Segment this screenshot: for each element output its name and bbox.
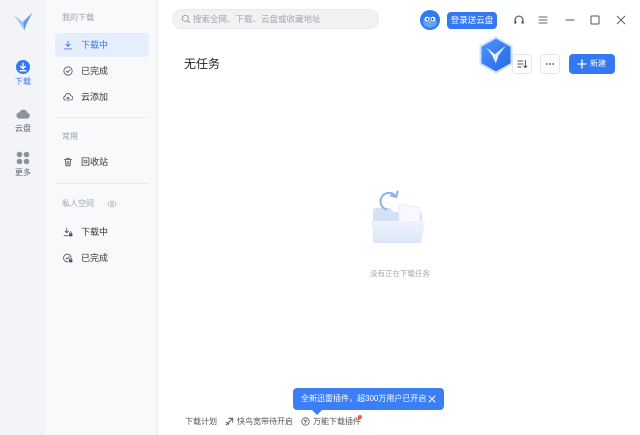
trash-icon: [63, 157, 73, 167]
thunder-mascot-hexagon-icon[interactable]: [478, 36, 514, 74]
cloud-upload-icon: [63, 92, 73, 102]
tooltip-close-icon[interactable]: [427, 394, 437, 404]
section-title-private-space: 私人空间: [62, 199, 94, 208]
nav-item-label: 云添加: [81, 92, 109, 102]
plugin-badge-dot: [358, 415, 362, 419]
search-bar[interactable]: [172, 9, 379, 29]
new-task-label: 新建: [590, 59, 606, 68]
nav-item-label: 下载中: [81, 227, 109, 237]
sort-button[interactable]: [512, 54, 532, 74]
check-circle-icon: [63, 66, 73, 76]
tooltip-text: 全新迅雷插件，超300万用户已开启: [301, 394, 427, 403]
section-title-my-downloads: 我的下载: [62, 13, 94, 22]
cloud-icon: [15, 106, 31, 122]
tooltip-arrow: [312, 410, 322, 415]
left-rail: 下载 云盘 更多: [0, 0, 46, 435]
footer-universal-plugin[interactable]: 万能下载插件: [313, 416, 361, 428]
rail-item-label: 更多: [15, 168, 31, 177]
headphone-icon[interactable]: [513, 14, 525, 26]
more-button[interactable]: [540, 54, 560, 74]
nav-panel: 我的下载 下载中 已完成 云添加 常用 回收站 私人空间 下载中 已完成: [46, 0, 158, 435]
download-icon: [63, 40, 73, 50]
grid-icon: [15, 150, 31, 166]
new-task-button[interactable]: 新建: [569, 54, 615, 74]
rail-item-more[interactable]: 更多: [0, 150, 46, 182]
footer-speed-bird[interactable]: 快鸟宽带待开启: [237, 416, 293, 428]
more-dots-icon: [545, 63, 555, 65]
nav-item-label: 已完成: [81, 253, 109, 263]
rail-item-cloud[interactable]: 云盘: [0, 106, 46, 138]
plugin-promo-tooltip[interactable]: 全新迅雷插件，超300万用户已开启: [293, 388, 444, 410]
thunder-bird-logo-icon: [11, 10, 35, 34]
page-title: 无任务: [184, 57, 221, 71]
rail-item-label: 下载: [15, 77, 31, 86]
plugin-icon: [301, 417, 310, 426]
nav-item-private-downloading[interactable]: 下载中: [55, 220, 149, 244]
avatar[interactable]: [420, 10, 440, 30]
sort-icon: [517, 59, 528, 69]
nav-item-private-completed[interactable]: 已完成: [55, 246, 149, 270]
nav-divider: [56, 117, 148, 118]
eye-icon[interactable]: [107, 199, 117, 209]
menu-icon[interactable]: [537, 14, 549, 26]
empty-folder-illustration: [366, 182, 430, 248]
nav-item-label: 下载中: [81, 40, 109, 50]
nav-divider: [56, 183, 148, 184]
nav-item-recycle-bin[interactable]: 回收站: [55, 150, 149, 174]
download-circle-icon: [15, 59, 31, 75]
nav-item-label: 回收站: [81, 157, 109, 167]
speed-bird-icon: [225, 417, 234, 426]
private-download-icon: [63, 227, 73, 237]
nav-item-cloud-add[interactable]: 云添加: [55, 85, 149, 109]
nav-item-label: 已完成: [81, 66, 109, 76]
private-check-icon: [63, 253, 73, 263]
plus-icon: [577, 59, 587, 69]
rail-item-label: 云盘: [15, 124, 31, 133]
close-icon[interactable]: [615, 14, 627, 26]
section-title-common: 常用: [62, 132, 78, 141]
nav-item-downloading[interactable]: 下载中: [55, 33, 149, 57]
minimize-icon[interactable]: [564, 14, 576, 26]
empty-state-text: 没有正在下载任务: [370, 269, 430, 278]
nav-item-completed[interactable]: 已完成: [55, 59, 149, 83]
maximize-icon[interactable]: [589, 14, 601, 26]
rail-item-download[interactable]: 下载: [0, 59, 46, 91]
login-button[interactable]: 登录送云盘: [447, 12, 497, 29]
search-icon: [181, 14, 191, 24]
footer-download-plan[interactable]: 下载计划: [185, 416, 217, 428]
search-input[interactable]: [193, 10, 373, 28]
app-window: 下载 云盘 更多 我的下载 下载中 已完成 云添加 常用 回收站 私人空间 下载…: [0, 0, 640, 435]
